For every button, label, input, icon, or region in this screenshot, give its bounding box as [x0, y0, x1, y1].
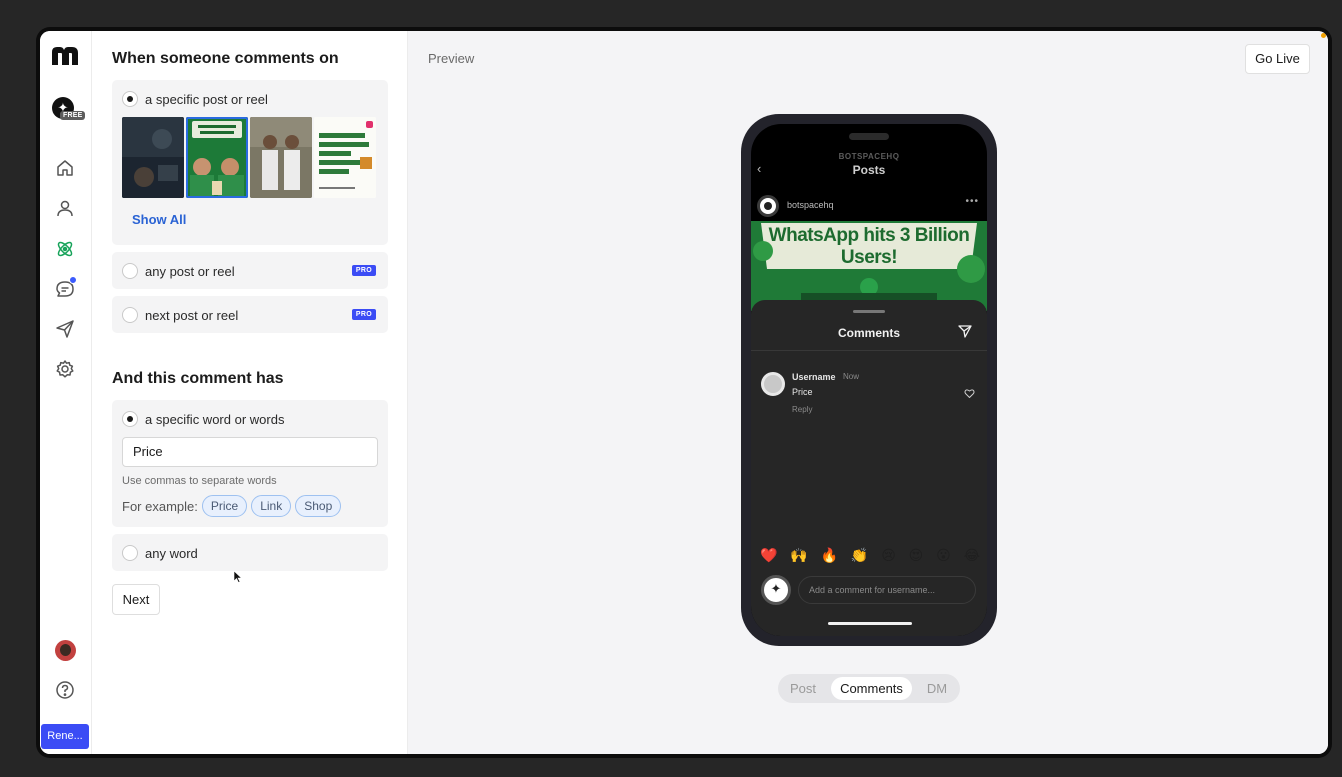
- post-image-caption: WhatsApp hits 3 Billion Users!: [768, 225, 970, 268]
- comment-time: Now: [843, 372, 860, 381]
- ig-account-name: BOTSPACEHQ: [838, 152, 900, 161]
- automation-form-panel: When someone comments on a specific post…: [92, 31, 408, 754]
- comments-title: Comments: [837, 326, 900, 340]
- automation-icon[interactable]: [54, 238, 76, 260]
- emoji-heart-eyes: 😍: [908, 548, 924, 564]
- comment-avatar: [761, 372, 785, 396]
- pro-badge: PRO: [351, 265, 376, 276]
- option-label: a specific post or reel: [145, 92, 268, 107]
- help-icon[interactable]: [54, 679, 76, 701]
- radio-specific-post[interactable]: [122, 91, 138, 107]
- sheet-handle[interactable]: [853, 310, 885, 313]
- sidebar: ✦ FREE Rene...: [40, 31, 92, 754]
- emoji-heart: ❤️: [760, 548, 778, 564]
- comment-username: Username: [792, 372, 836, 382]
- example-chip[interactable]: Shop: [295, 495, 342, 517]
- post-header: botspacehq •••: [757, 194, 981, 217]
- heart-icon: [964, 389, 975, 398]
- emoji-wow: 😮: [936, 548, 951, 564]
- user-icon[interactable]: [54, 197, 76, 219]
- show-all-link[interactable]: Show All: [132, 212, 186, 227]
- tab-comments[interactable]: Comments: [831, 677, 912, 700]
- post-thumbnail[interactable]: [122, 117, 184, 198]
- option-label: any post or reel: [145, 264, 235, 279]
- post-image: WhatsApp hits 3 Billion Users!: [751, 221, 987, 311]
- workspace-switcher[interactable]: ✦ FREE: [52, 97, 86, 123]
- preview-pane: Preview Go Live ‹ BOTSPACEHQ Posts botsp…: [408, 31, 1328, 754]
- post-thumbnail-grid: [122, 117, 378, 198]
- tab-post[interactable]: Post: [782, 677, 824, 700]
- pro-badge: PRO: [351, 309, 376, 320]
- post-thumbnail-selected[interactable]: [186, 117, 248, 198]
- notification-dot: [69, 276, 77, 284]
- emoji-cry: 😢: [881, 548, 896, 564]
- option-label: any word: [145, 546, 198, 561]
- mouse-cursor: [234, 571, 242, 583]
- condition-section-title: And this comment has: [112, 370, 284, 387]
- divider: [751, 350, 987, 351]
- option-any-word[interactable]: any word: [112, 534, 388, 571]
- emoji-raised-hands: 🙌: [790, 548, 808, 564]
- comments-sheet: Comments Username Now Price Reply ❤️ 🙌 🔥…: [751, 300, 987, 636]
- preview-label: Preview: [428, 51, 475, 66]
- emoji-clap: 👏: [850, 548, 869, 564]
- brand-logo[interactable]: [51, 45, 79, 67]
- preview-tabs: Post Comments DM: [778, 674, 960, 703]
- emoji-laugh: 😂: [963, 548, 980, 564]
- radio-next-post[interactable]: [122, 307, 138, 323]
- example-chip[interactable]: Link: [251, 495, 292, 517]
- send-icon[interactable]: [54, 318, 76, 340]
- option-label: a specific word or words: [145, 412, 285, 427]
- share-icon: [958, 325, 972, 338]
- post-avatar: [757, 195, 779, 217]
- emoji-fire: 🔥: [820, 548, 839, 564]
- go-live-button[interactable]: Go Live: [1245, 44, 1310, 74]
- phone-notch: [849, 133, 889, 140]
- comment-text: Price: [792, 387, 813, 397]
- option-label: next post or reel: [145, 308, 239, 323]
- plan-badge: FREE: [60, 111, 86, 120]
- post-username: botspacehq: [787, 200, 834, 210]
- option-next-post[interactable]: next post or reel PRO: [112, 296, 388, 333]
- more-icon: •••: [965, 196, 979, 207]
- renew-button[interactable]: Rene...: [41, 724, 89, 749]
- commenter-avatar: [761, 575, 791, 605]
- ig-header-title: Posts: [852, 163, 886, 177]
- example-label: For example:: [122, 498, 198, 514]
- radio-any-post[interactable]: [122, 263, 138, 279]
- tab-dm[interactable]: DM: [918, 677, 956, 700]
- option-specific-words[interactable]: a specific word or words Price Use comma…: [112, 400, 388, 527]
- comment-input-placeholder: Add a comment for username...: [798, 576, 976, 604]
- option-specific-post[interactable]: a specific post or reel Show All: [112, 80, 388, 245]
- trigger-section-title: When someone comments on: [112, 50, 339, 67]
- option-any-post[interactable]: any post or reel PRO: [112, 252, 388, 289]
- keywords-hint: Use commas to separate words: [122, 475, 277, 487]
- post-thumbnail[interactable]: [250, 117, 312, 198]
- phone-mockup: ‹ BOTSPACEHQ Posts botspacehq ••• WhatsA…: [741, 114, 997, 646]
- keywords-input[interactable]: Price: [122, 437, 378, 467]
- chat-icon[interactable]: [54, 276, 77, 300]
- next-button[interactable]: Next: [112, 584, 160, 615]
- radio-any-word[interactable]: [122, 545, 138, 561]
- avatar[interactable]: [55, 640, 76, 661]
- settings-icon[interactable]: [54, 358, 76, 380]
- radio-specific-words[interactable]: [122, 411, 138, 427]
- quick-emoji-row: ❤️ 🙌 🔥 👏 😢 😍 😮 😂: [760, 548, 980, 564]
- comment-reply: Reply: [792, 405, 813, 414]
- phone-screen: ‹ BOTSPACEHQ Posts botspacehq ••• WhatsA…: [751, 124, 987, 636]
- app-screen: ✦ FREE Rene... When someone comments on …: [40, 31, 1328, 754]
- home-icon[interactable]: [54, 157, 76, 179]
- example-keywords: For example: Price Link Shop: [122, 494, 342, 518]
- status-dot: [1321, 33, 1326, 38]
- home-indicator: [828, 622, 912, 625]
- example-chip[interactable]: Price: [201, 495, 248, 517]
- post-thumbnail[interactable]: [314, 117, 376, 198]
